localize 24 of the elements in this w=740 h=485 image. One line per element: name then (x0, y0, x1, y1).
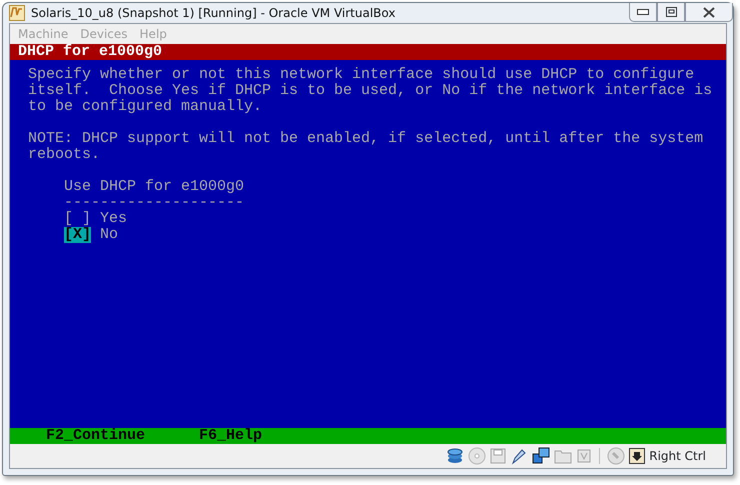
checkbox[interactable]: [ ] (64, 211, 92, 227)
checkbox[interactable]: [X] (64, 227, 92, 243)
network-icon[interactable] (532, 447, 550, 465)
window-title: Solaris_10_u8 (Snapshot 1) [Running] - Oracle VM VirtualBox (31, 5, 396, 22)
question-label: Use DHCP for e1000g0 (64, 179, 246, 195)
maximize-icon (666, 7, 676, 17)
close-icon (703, 6, 715, 18)
usb-icon[interactable] (510, 447, 528, 465)
minimize-button[interactable] (629, 3, 657, 22)
function-key-label[interactable]: F2_Continue (46, 428, 146, 444)
option-label[interactable]: No (91, 227, 118, 243)
screen-header: DHCP for e1000g0 (10, 44, 726, 60)
console-paragraph: NOTE: DHCP support will not be enabled, if selected, until after the system reboots. (28, 131, 704, 163)
host-key-label: Right Ctrl (649, 448, 706, 465)
console-paragraph: Specify whether or not this network interface should use DHCP to configure itself. Choose Yes if DHCP is to be used, or No if the network interface is to be configured manually. (28, 67, 714, 115)
close-button[interactable] (685, 3, 733, 22)
function-key-label[interactable]: F6_Help (199, 428, 262, 444)
maximize-button[interactable] (657, 3, 685, 22)
minimize-icon (637, 9, 649, 15)
hard-disk-icon[interactable] (446, 447, 464, 465)
app-icon (9, 5, 25, 21)
dashed-rule: -------------------- (64, 195, 246, 211)
option-label[interactable]: Yes (91, 211, 128, 227)
arrow-down-icon[interactable] (629, 448, 646, 464)
